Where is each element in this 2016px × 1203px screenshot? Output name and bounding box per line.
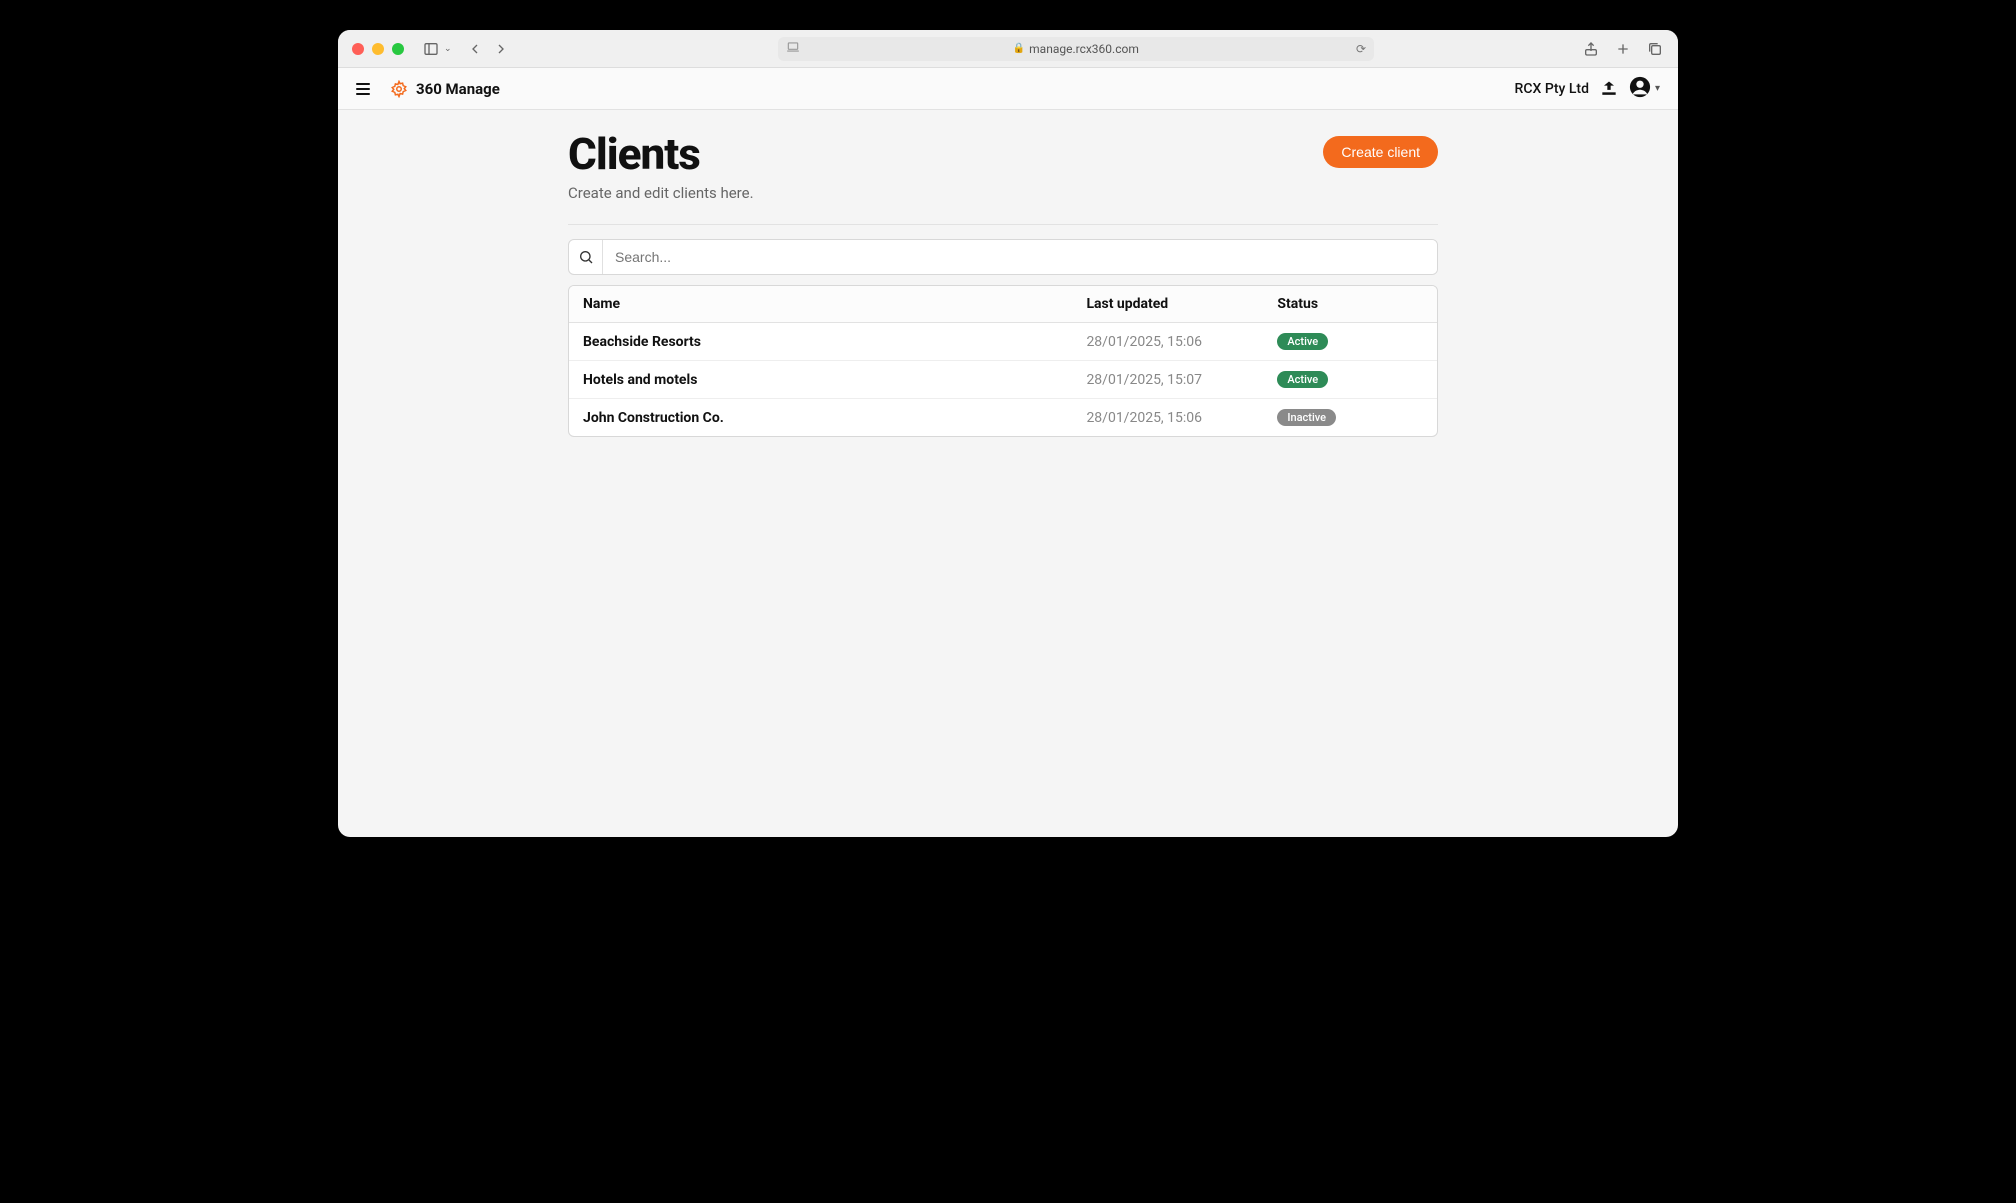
- sidebar-toggle-icon[interactable]: [422, 40, 440, 58]
- reload-icon[interactable]: ⟳: [1356, 42, 1366, 56]
- status-badge: Active: [1277, 371, 1328, 388]
- search-bar: [568, 239, 1438, 275]
- client-name: John Construction Co.: [569, 399, 1072, 436]
- divider: [568, 224, 1438, 225]
- avatar-icon: [1629, 76, 1651, 102]
- client-last-updated: 28/01/2025, 15:06: [1072, 399, 1263, 436]
- status-badge: Inactive: [1277, 409, 1336, 426]
- create-client-button[interactable]: Create client: [1323, 136, 1438, 168]
- status-badge: Active: [1277, 333, 1328, 350]
- menu-button[interactable]: [356, 83, 370, 95]
- minimize-window-button[interactable]: [372, 43, 384, 55]
- nav-back-icon[interactable]: [466, 40, 484, 58]
- chevron-down-icon[interactable]: ⌄: [444, 44, 452, 54]
- search-input[interactable]: [603, 240, 1437, 274]
- account-menu-button[interactable]: ▾: [1629, 76, 1660, 102]
- table-row[interactable]: Hotels and motels28/01/2025, 15:07 Active: [569, 361, 1437, 399]
- url-text: manage.rcx360.com: [1029, 42, 1139, 56]
- client-last-updated: 28/01/2025, 15:07: [1072, 361, 1263, 399]
- table-row[interactable]: John Construction Co.28/01/2025, 15:06 In…: [569, 399, 1437, 436]
- brand-name: 360 Manage: [416, 80, 500, 98]
- col-header-last-updated[interactable]: Last updated: [1072, 286, 1263, 323]
- device-icon: [786, 40, 800, 57]
- page-content: Clients Create and edit clients here. Cr…: [338, 110, 1678, 837]
- client-status-cell: Inactive: [1263, 399, 1437, 436]
- browser-right-controls: [1582, 40, 1664, 58]
- nav-forward-icon[interactable]: [492, 40, 510, 58]
- share-icon[interactable]: [1582, 40, 1600, 58]
- table-row[interactable]: Beachside Resorts28/01/2025, 15:06 Active: [569, 323, 1437, 361]
- lock-icon: 🔒: [1013, 43, 1025, 54]
- company-switch-icon[interactable]: [1599, 79, 1619, 99]
- client-status-cell: Active: [1263, 361, 1437, 399]
- app-header: 360 Manage RCX Pty Ltd ▾: [338, 68, 1678, 110]
- fullscreen-window-button[interactable]: [392, 43, 404, 55]
- close-window-button[interactable]: [352, 43, 364, 55]
- page-title: Clients: [568, 128, 754, 180]
- client-name: Hotels and motels: [569, 361, 1072, 399]
- company-name: RCX Pty Ltd: [1515, 81, 1589, 97]
- brand[interactable]: 360 Manage: [390, 80, 500, 98]
- browser-chrome: ⌄ 🔒 manage.rcx360.com ⟳: [338, 30, 1678, 68]
- address-bar[interactable]: 🔒 manage.rcx360.com ⟳: [778, 37, 1374, 61]
- browser-window: ⌄ 🔒 manage.rcx360.com ⟳: [338, 30, 1678, 837]
- client-status-cell: Active: [1263, 323, 1437, 361]
- search-icon[interactable]: [569, 240, 603, 274]
- new-tab-icon[interactable]: [1614, 40, 1632, 58]
- gear-icon: [390, 80, 408, 98]
- tabs-icon[interactable]: [1646, 40, 1664, 58]
- window-controls: [352, 43, 404, 55]
- client-last-updated: 28/01/2025, 15:06: [1072, 323, 1263, 361]
- client-name: Beachside Resorts: [569, 323, 1072, 361]
- clients-table: Name Last updated Status Beachside Resor…: [568, 285, 1438, 437]
- col-header-name[interactable]: Name: [569, 286, 1072, 323]
- chevron-down-icon: ▾: [1655, 83, 1660, 94]
- page-subtitle: Create and edit clients here.: [568, 184, 754, 202]
- col-header-status[interactable]: Status: [1263, 286, 1437, 323]
